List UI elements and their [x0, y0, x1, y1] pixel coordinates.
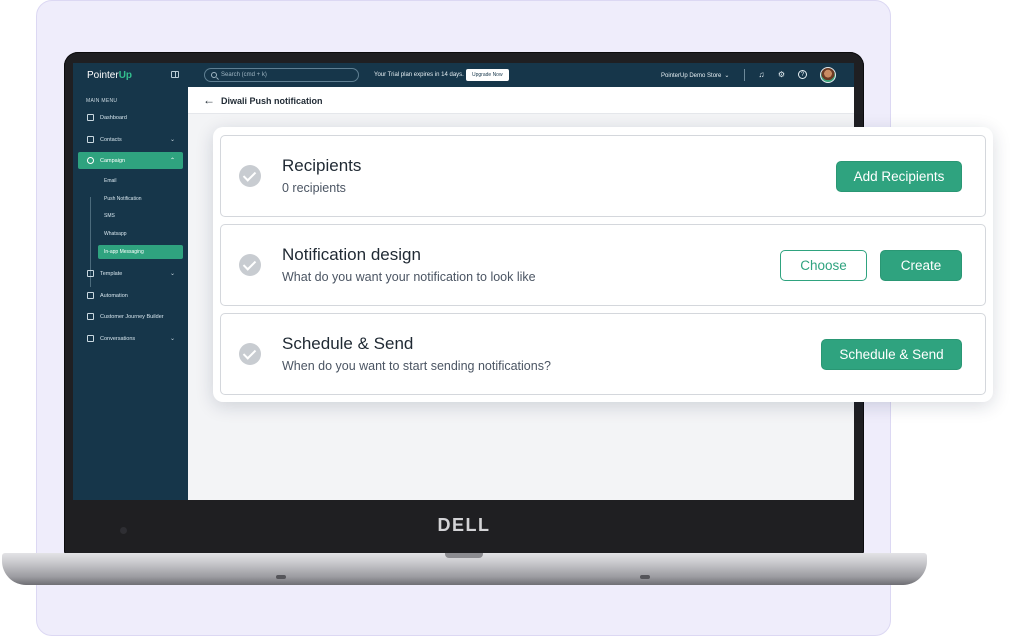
steps-card: Recipients 0 recipients Add Recipients N…: [213, 127, 993, 402]
sidebar-item-contacts[interactable]: Contacts ⌄: [78, 131, 183, 148]
create-button[interactable]: Create: [880, 250, 962, 281]
sidebar-item-label: Automation: [100, 292, 128, 299]
submenu-item-sms[interactable]: SMS: [98, 209, 183, 223]
upgrade-button[interactable]: Upgrade Now: [466, 69, 509, 81]
step-title: Schedule & Send: [282, 334, 414, 353]
sidebar-item-automation[interactable]: Automation: [78, 287, 183, 304]
laptop-notch: [445, 553, 483, 558]
sidebar-item-campaign[interactable]: Campaign ⌃: [78, 152, 183, 169]
divider: [744, 69, 745, 81]
add-recipients-button[interactable]: Add Recipients: [836, 161, 962, 192]
step-schedule-send: Schedule & Send When do you want to star…: [220, 313, 986, 395]
phone-icon: [87, 136, 94, 143]
top-bar: PointerUp Search (cmd + k) Your Trial pl…: [73, 63, 854, 87]
step-recipients: Recipients 0 recipients Add Recipients: [220, 135, 986, 217]
store-selector[interactable]: PointerUp Demo Store ⌄: [661, 72, 729, 79]
bell-icon[interactable]: ♫: [757, 70, 766, 79]
chevron-up-icon: ⌃: [169, 158, 175, 164]
chat-icon: [87, 335, 94, 342]
page-title: Diwali Push notification: [221, 96, 323, 106]
sidebar-item-label: Campaign: [100, 157, 126, 164]
search-input[interactable]: Search (cmd + k): [204, 68, 359, 82]
store-name: PointerUp Demo Store: [661, 73, 722, 79]
content-header: ← Diwali Push notification: [188, 87, 854, 114]
sidebar-item-label: Contacts: [100, 136, 122, 143]
search-icon: [211, 72, 217, 78]
main-menu-heading: MAIN MENU: [86, 98, 118, 104]
template-icon: [87, 270, 94, 277]
automation-icon: [87, 292, 94, 299]
step-subtitle: What do you want your notification to lo…: [282, 270, 536, 284]
trial-notice: Your Trial plan expires in 14 days.: [374, 72, 464, 78]
logo-suffix: Up: [118, 70, 133, 81]
check-circle-icon: [239, 254, 261, 276]
gear-icon[interactable]: ⚙: [777, 70, 786, 79]
laptop-foot: [640, 575, 650, 579]
sidebar-item-label: Customer Journey Builder: [100, 313, 164, 320]
sidebar-item-conversations[interactable]: Conversations ⌄: [78, 330, 183, 347]
stage: DELL PointerUp Search (cmd + k) Your Tri…: [0, 0, 1024, 638]
step-subtitle: When do you want to start sending notifi…: [282, 359, 551, 373]
sidebar-item-label: Conversations: [100, 335, 136, 342]
submenu-item-in-app-messaging[interactable]: In-app Messaging: [98, 245, 183, 259]
help-icon[interactable]: ?: [798, 70, 807, 79]
sidebar-item-template[interactable]: Template ⌄: [78, 265, 183, 282]
chevron-down-icon: ⌄: [169, 336, 175, 342]
check-circle-icon: [239, 343, 261, 365]
sidebar-collapse-icon[interactable]: [171, 71, 179, 78]
chevron-down-icon: ⌄: [724, 73, 730, 79]
step-subtitle: 0 recipients: [282, 181, 346, 195]
sidebar-item-customer-journey-builder[interactable]: Customer Journey Builder: [78, 308, 183, 325]
campaign-icon: [87, 157, 94, 164]
step-title: Recipients: [282, 156, 362, 175]
journey-icon: [87, 313, 94, 320]
check-circle-icon: [239, 165, 261, 187]
step-title: Notification design: [282, 245, 421, 264]
back-arrow-icon[interactable]: ←: [203, 93, 215, 107]
laptop-foot: [276, 575, 286, 579]
submenu-item-whatsapp[interactable]: Whatsapp: [98, 227, 183, 241]
submenu-item-email[interactable]: Email: [98, 174, 183, 188]
submenu-item-push-notification[interactable]: Push Notification: [98, 192, 183, 206]
step-notification-design: Notification design What do you want you…: [220, 224, 986, 306]
choose-button[interactable]: Choose: [780, 250, 867, 281]
sidebar: MAIN MENU Dashboard Contacts ⌄ Campaign …: [73, 87, 188, 500]
search-placeholder: Search (cmd + k): [221, 72, 267, 78]
avatar[interactable]: [820, 67, 836, 83]
chevron-down-icon: ⌄: [169, 271, 175, 277]
sidebar-item-dashboard[interactable]: Dashboard: [78, 109, 183, 126]
app-logo[interactable]: PointerUp: [87, 70, 132, 81]
logo-prefix: Pointer: [87, 70, 119, 81]
laptop-brand-logo: DELL: [437, 515, 491, 535]
chevron-down-icon: ⌄: [169, 137, 175, 143]
schedule-send-button[interactable]: Schedule & Send: [821, 339, 962, 370]
sidebar-item-label: Template: [100, 270, 123, 277]
sidebar-item-label: Dashboard: [100, 114, 127, 121]
dashboard-icon: [87, 114, 94, 121]
